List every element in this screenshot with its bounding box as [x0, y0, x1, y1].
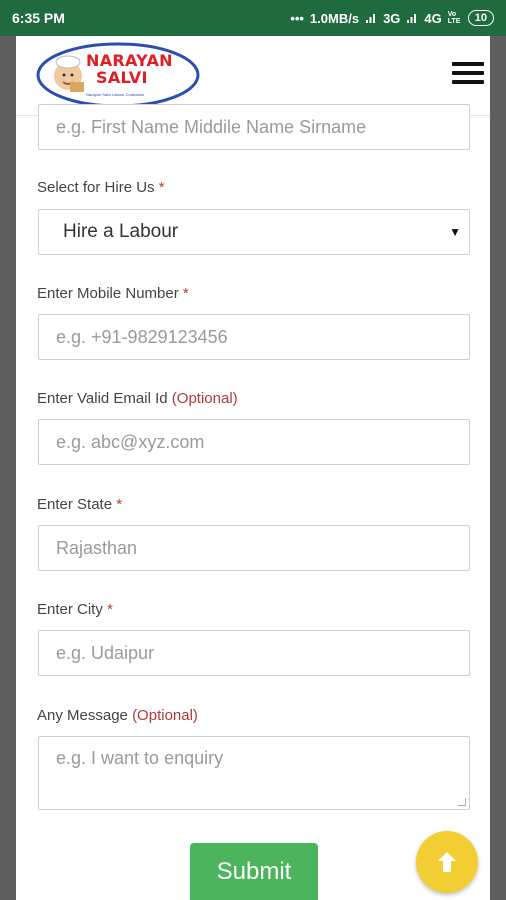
- city-label: Enter City *: [37, 601, 113, 618]
- city-placeholder: e.g. Udaipur: [56, 642, 155, 663]
- mobile-input[interactable]: e.g. +91-9829123456: [38, 314, 470, 360]
- logo-line-2: SALVI: [96, 68, 148, 87]
- name-input[interactable]: e.g. First Name Middile Name Sirname: [38, 104, 470, 150]
- hire-label: Select for Hire Us *: [37, 179, 165, 196]
- brand-logo[interactable]: NARAYAN SALVI Narayan Salvi Labour Contr…: [36, 42, 200, 108]
- state-value: Rajasthan: [56, 537, 138, 558]
- scroll-top-button[interactable]: [416, 831, 478, 893]
- hire-selected-value: Hire a Labour: [63, 221, 179, 242]
- signal-icon: [366, 14, 376, 23]
- resize-handle-icon[interactable]: [458, 798, 466, 806]
- name-placeholder: e.g. First Name Middile Name Sirname: [56, 116, 367, 137]
- arrow-up-icon: [438, 852, 456, 872]
- message-textarea[interactable]: e.g. I want to enquiry: [38, 736, 470, 810]
- logo-tagline: Narayan Salvi Labour Contractor: [86, 92, 145, 97]
- submit-button[interactable]: Submit: [190, 843, 318, 900]
- status-time: 6:35 PM: [12, 10, 65, 26]
- hamburger-menu-icon[interactable]: [452, 62, 484, 86]
- volte-badge: Vo LTE: [447, 11, 461, 25]
- network-3g: 3G: [383, 10, 401, 26]
- message-label: Any Message (Optional): [37, 707, 198, 724]
- enquiry-form: e.g. First Name Middile Name Sirname Sel…: [16, 104, 490, 900]
- state-input[interactable]: Rajasthan: [38, 525, 470, 571]
- logo-text: NARAYAN SALVI: [86, 52, 173, 86]
- battery-icon: 10: [467, 10, 494, 26]
- mobile-label: Enter Mobile Number *: [37, 285, 189, 302]
- email-label: Enter Valid Email Id (Optional): [37, 390, 238, 407]
- status-indicators: ••• 1.0MB/s 3G 4G Vo LTE 10: [290, 10, 494, 26]
- mobile-placeholder: e.g. +91-9829123456: [56, 326, 228, 347]
- left-gutter: [0, 36, 16, 900]
- state-label: Enter State *: [37, 496, 123, 513]
- logo-line-1: NARAYAN: [86, 51, 173, 70]
- status-bar: 6:35 PM ••• 1.0MB/s 3G 4G Vo LTE 10: [0, 0, 506, 36]
- network-4g: 4G: [424, 10, 442, 26]
- message-placeholder: e.g. I want to enquiry: [56, 748, 224, 768]
- signal-icon: [407, 14, 417, 23]
- right-gutter: [490, 36, 506, 900]
- city-input[interactable]: e.g. Udaipur: [38, 630, 470, 676]
- dropdown-arrow-icon: ▼: [449, 225, 461, 239]
- network-speed: 1.0MB/s: [309, 10, 360, 26]
- status-dots: •••: [290, 10, 304, 26]
- email-input[interactable]: e.g. abc@xyz.com: [38, 419, 470, 465]
- email-placeholder: e.g. abc@xyz.com: [56, 431, 205, 452]
- hire-select[interactable]: Hire a Labour ▼: [38, 209, 470, 255]
